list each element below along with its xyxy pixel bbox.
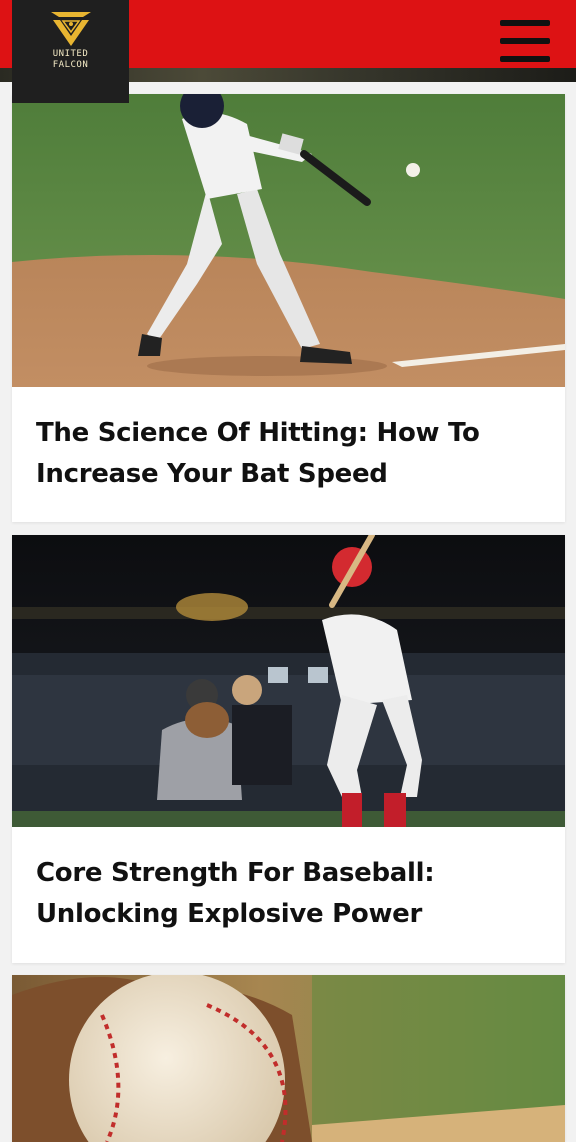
article-image-batter-catcher[interactable] bbox=[12, 535, 565, 827]
menu-bar bbox=[500, 38, 550, 44]
logo-line-2: FALCON bbox=[52, 60, 89, 70]
site-logo[interactable]: UNITED FALCON bbox=[12, 0, 129, 103]
falcon-logo-icon bbox=[50, 12, 91, 46]
article-card[interactable]: The Science Of Hitting: How To Increase … bbox=[12, 94, 565, 522]
article-image-batter-swing[interactable] bbox=[12, 94, 565, 387]
article-title[interactable]: The Science Of Hitting: How To Increase … bbox=[12, 387, 565, 495]
article-card[interactable]: Core Strength For Baseball: Unlocking Ex… bbox=[12, 535, 565, 963]
menu-bar bbox=[500, 20, 550, 26]
logo-line-1: UNITED bbox=[52, 49, 89, 59]
hamburger-menu-icon[interactable] bbox=[500, 20, 550, 62]
article-title[interactable]: Core Strength For Baseball: Unlocking Ex… bbox=[12, 827, 565, 935]
logo-wordmark: UNITED FALCON bbox=[53, 49, 89, 71]
menu-bar bbox=[500, 56, 550, 62]
article-image-baseball-glove[interactable] bbox=[12, 975, 565, 1142]
article-card[interactable] bbox=[12, 975, 565, 1142]
